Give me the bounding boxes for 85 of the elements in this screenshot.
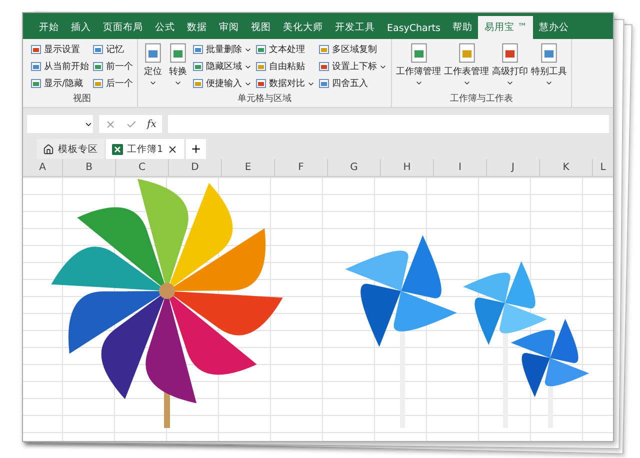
document-icon [538,42,560,64]
menu-tab[interactable]: 开发工具 [329,16,381,39]
ribbon-button[interactable]: 便捷输入 [193,76,252,91]
group-title: 单元格与区域 [236,92,292,106]
menu-tab[interactable]: 慧办公 [532,16,575,39]
column-header: L [599,161,607,175]
column-header: B [63,159,116,176]
menu-tab[interactable]: 开始 [33,16,65,39]
ribbon-button[interactable]: 文本处理 [256,42,315,57]
tool-icon [93,61,104,72]
ribbon-button[interactable]: 工作簿管理 [396,42,441,92]
tool-icon [256,61,267,72]
menu-tab[interactable]: 易用宝 ™ [478,16,533,39]
caret-icon [462,79,470,87]
caret-icon [545,79,553,87]
tool-icon [193,44,204,55]
ribbon-button[interactable]: 四舍五入 [319,76,387,91]
column-header: C [116,159,169,176]
column-header: I [434,159,487,176]
document-icon [499,42,521,64]
tool-icon [319,61,330,72]
menu-tab[interactable]: 审阅 [213,16,245,39]
close-icon[interactable] [167,144,178,154]
ribbon-button[interactable]: 从当前开始 [31,59,89,74]
ribbon-button[interactable]: 工作表管理 [444,42,489,92]
tool-icon [193,61,204,72]
caret-icon [414,79,422,87]
group-title: 视图 [72,92,92,106]
plus-icon [190,143,202,155]
document-icon [142,42,164,64]
ribbon-button[interactable]: 自由粘贴 [256,59,315,74]
formula-input[interactable] [168,115,609,133]
caret-icon [506,79,514,87]
ribbon-button[interactable]: 显示/隐藏 [31,76,89,91]
ribbon-button[interactable]: 转换 [167,42,189,92]
tool-icon [31,44,42,55]
tool-icon [319,44,330,55]
menu-tab[interactable]: 公式 [149,16,181,39]
column-header: G [328,159,381,176]
tool-icon [31,61,42,72]
menu-tab[interactable]: 视图 [245,16,277,39]
group-title: 工作簿与工作表 [449,92,514,106]
ribbon-button[interactable]: 设置上下标 [319,59,387,74]
caret-icon [149,79,157,87]
tool-icon [319,78,330,89]
column-header: A [23,159,63,176]
column-header: J [487,159,540,176]
tool-icon [256,78,267,89]
column-header: F [275,159,328,176]
ribbon-button[interactable]: 显示设置 [31,42,89,57]
menu-tab[interactable]: 数据 [181,16,213,39]
ribbon-button[interactable]: 后一个 [93,76,133,91]
column-header: D [169,159,222,176]
file-tab[interactable]: 工作簿1 [106,139,184,159]
ribbon-button[interactable]: 数据对比 [256,76,315,91]
menu-tab[interactable]: 页面布局 [97,16,149,39]
ribbon-button[interactable]: 多区域复制 [319,42,387,57]
menu-tab[interactable]: 帮助 [446,16,478,39]
ribbon-button[interactable]: 前一个 [93,59,133,74]
menu-tab[interactable]: 插入 [65,16,97,39]
tool-icon [193,78,204,89]
menu-tab[interactable]: EasyCharts [381,18,446,39]
function-button[interactable]: fx [147,118,156,130]
ribbon-button[interactable]: 记忆 [93,42,133,57]
tool-icon [256,44,267,55]
ribbon-button[interactable]: 隐藏区域 [193,59,252,74]
ribbon-button[interactable]: 高级打印 [492,42,528,92]
column-header: K [540,159,593,176]
check-icon[interactable] [126,118,137,130]
tool-icon [31,78,42,89]
file-tab[interactable]: 模板专区 [37,139,104,159]
ribbon-button[interactable]: 批量删除 [193,42,252,57]
ribbon-button[interactable]: 特别工具 [531,42,567,92]
spreadsheet-icon [112,144,123,154]
menu-tab[interactable]: 美化大师 [277,16,329,39]
home-icon [43,144,54,154]
column-header: H [381,159,434,176]
column-header: E [222,159,275,176]
tool-icon [93,78,104,89]
ribbon-button[interactable]: 定位 [142,42,164,92]
tool-icon [93,44,104,55]
caret-icon [174,79,182,87]
add-tab-button[interactable] [186,139,206,159]
document-icon [167,42,189,64]
cancel-icon[interactable] [105,118,116,130]
